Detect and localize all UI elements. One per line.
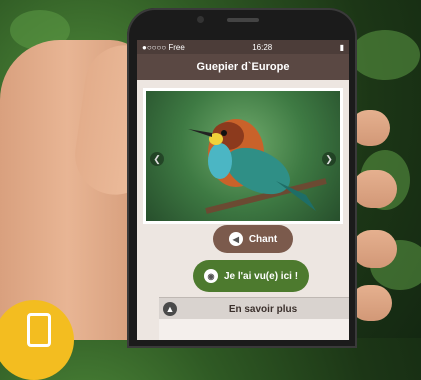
app-screen: ●○○○○ Free 16:28 ▮ Guepier d`Europe ❮ ❯ … [137,40,349,340]
chant-button[interactable]: ◀ Chant [213,225,293,253]
more-info-header[interactable]: ▲ En savoir plus [159,297,349,320]
bird-photo-frame: ❮ ❯ [143,88,343,224]
clock: 16:28 [252,42,273,52]
seen-here-button[interactable]: ◉ Je l'ai vu(e) ici ! [193,260,309,292]
carrier-label: ●○○○○ Free [142,42,185,52]
chevron-left-icon[interactable]: ❮ [150,152,164,166]
speaker-grill [227,18,259,22]
more-info-label: En savoir plus [228,303,298,315]
more-info-content [159,319,349,340]
phone-icon [27,313,51,347]
bird-photo[interactable]: ❮ ❯ [146,91,340,221]
bird-illustration [188,119,327,214]
eye-icon: ◉ [203,269,218,283]
arrow-up-icon: ▲ [163,302,177,316]
finger [352,230,397,268]
seen-label: Je l'ai vu(e) ici ! [223,270,299,282]
finger [352,170,397,208]
navbar: Guepier d`Europe [137,54,349,80]
page-title: Guepier d`Europe [196,61,290,73]
status-bar: ●○○○○ Free 16:28 ▮ [137,40,349,54]
speaker-icon: ◀ [228,232,243,246]
chant-label: Chant [248,233,278,245]
foliage [350,30,420,80]
camera [197,16,204,23]
battery-icon: ▮ [339,42,344,52]
chevron-right-icon[interactable]: ❯ [322,152,336,166]
